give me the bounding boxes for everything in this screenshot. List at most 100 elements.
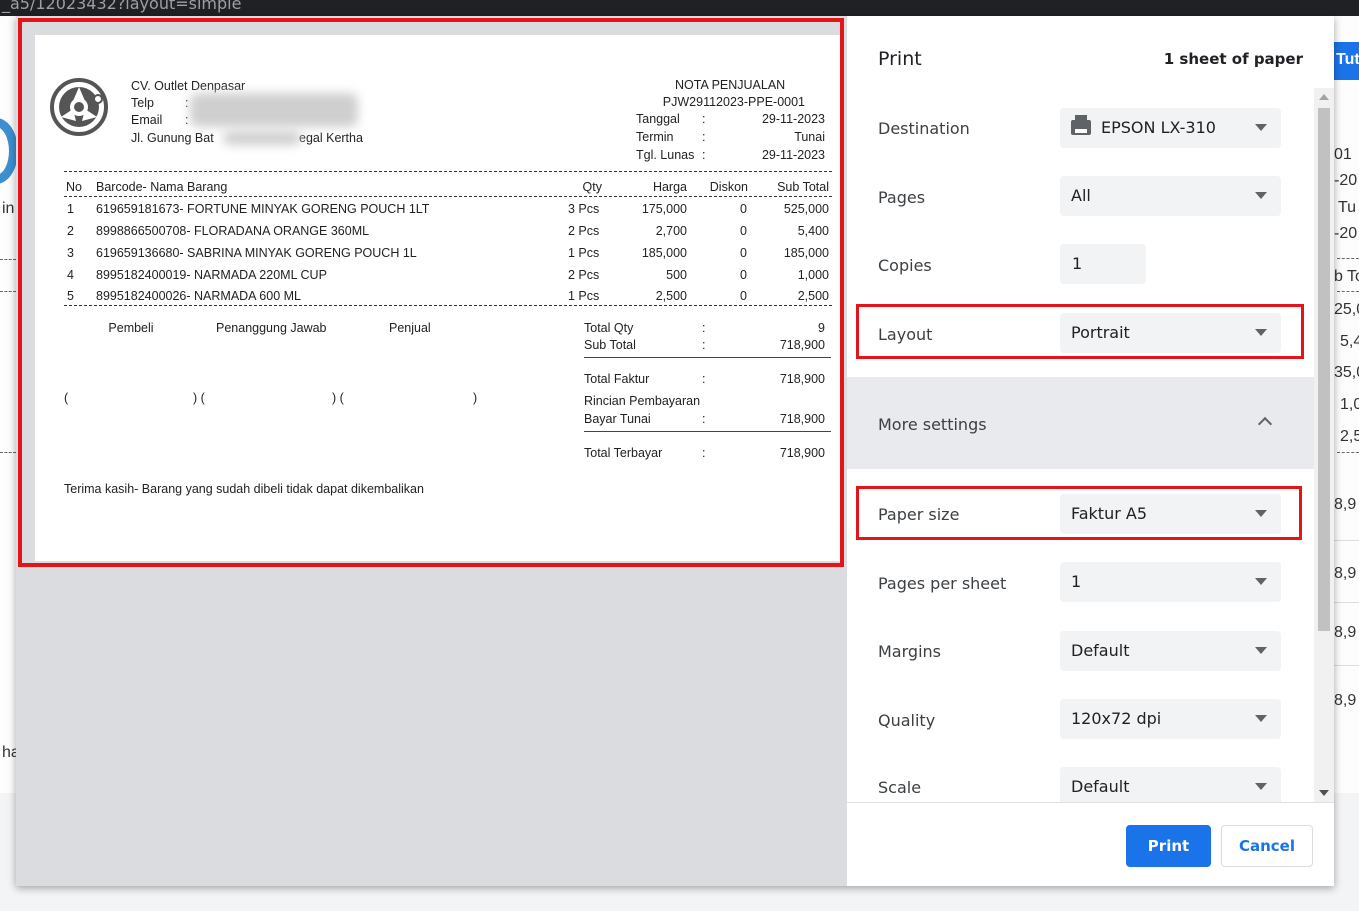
- background-text-right: 2,5: [1340, 428, 1359, 445]
- destination-select[interactable]: EPSON LX-310: [1060, 108, 1281, 148]
- scale-label: Scale: [878, 778, 922, 797]
- background-text-right: 8,9: [1334, 496, 1357, 513]
- total-value: 9: [818, 321, 825, 335]
- paper-size-select[interactable]: Faktur A5: [1060, 494, 1281, 534]
- background-text-right: 01: [1334, 146, 1352, 163]
- dropdown-arrow-icon: [1255, 329, 1267, 336]
- background-dash: [1337, 452, 1359, 453]
- item-name: 619659136680- SABRINA MINYAK GORENG POUC…: [96, 246, 417, 260]
- quality-value: 120x72 dpi: [1071, 709, 1162, 728]
- scale-value: Default: [1071, 777, 1130, 796]
- meta-label: Termin: [636, 130, 674, 144]
- invoice-number: PJW29112023-PPE-0001: [662, 95, 805, 109]
- browser-url-strip: _a5/12023432?layout=simple: [0, 0, 1359, 16]
- background-row-line: [1334, 665, 1359, 666]
- background-row-line: [1334, 602, 1359, 603]
- pages-per-sheet-select[interactable]: 1: [1060, 562, 1281, 602]
- table-header-divider: [64, 196, 832, 197]
- meta-sep: :: [702, 112, 706, 126]
- signature-responsible-label: Penanggung Jawab: [216, 321, 327, 335]
- margins-select[interactable]: Default: [1060, 631, 1281, 671]
- redacted-contact-blur: [190, 93, 358, 127]
- total-label: Sub Total: [584, 338, 636, 352]
- item-name: 8995182400026- NARMADA 600 ML: [96, 289, 301, 303]
- company-logo-icon: [50, 78, 108, 136]
- signature-paren: ) (: [332, 391, 344, 405]
- chevron-up-icon: [1257, 416, 1273, 432]
- pages-label: Pages: [878, 188, 926, 207]
- scroll-up-arrow-icon[interactable]: [1319, 94, 1329, 100]
- item-name: 619659181673- FORTUNE MINYAK GORENG POUC…: [96, 202, 430, 216]
- background-text-right: 8,9: [1334, 565, 1357, 582]
- destination-label: Destination: [878, 119, 970, 138]
- total-value: 718,900: [779, 372, 825, 386]
- invoice-title: NOTA PENJUALAN: [675, 78, 786, 92]
- settings-scrollbar[interactable]: [1314, 88, 1334, 802]
- item-no: 5: [67, 289, 74, 303]
- background-dash: [0, 452, 16, 453]
- background-dash: [1337, 291, 1359, 292]
- total-value: 718,900: [779, 412, 825, 426]
- total-sep: :: [702, 412, 706, 426]
- more-settings-toggle[interactable]: More settings: [847, 377, 1314, 469]
- signature-paren: ) (: [193, 391, 205, 405]
- item-price: 2,700: [655, 224, 687, 238]
- quality-select[interactable]: 120x72 dpi: [1060, 699, 1281, 739]
- scroll-down-arrow-icon[interactable]: [1319, 790, 1329, 796]
- url-text: _a5/12023432?layout=simple: [2, 0, 242, 13]
- total-label: Total Faktur: [584, 372, 650, 386]
- margins-value: Default: [1071, 641, 1130, 660]
- layout-select[interactable]: Portrait: [1060, 313, 1281, 353]
- col-header-subtotal: Sub Total: [777, 180, 829, 194]
- table-bottom-divider: [64, 305, 832, 306]
- item-price: 500: [666, 268, 687, 282]
- scrollbar-thumb[interactable]: [1318, 108, 1330, 631]
- item-subtotal: 1,000: [797, 268, 829, 282]
- margins-label: Margins: [878, 642, 941, 661]
- background-text-right: 35,0: [1334, 364, 1359, 381]
- email-label: Email: [131, 113, 163, 127]
- item-price: 175,000: [641, 202, 687, 216]
- background-text-right: -20: [1334, 172, 1358, 189]
- quality-label: Quality: [878, 711, 936, 730]
- item-subtotal: 525,000: [783, 202, 829, 216]
- print-button[interactable]: Print: [1126, 825, 1211, 867]
- total-value: 718,900: [779, 338, 825, 352]
- redacted-address-blur: [223, 131, 301, 145]
- copies-input[interactable]: 1: [1060, 244, 1146, 284]
- item-qty: 2 Pcs: [568, 224, 600, 238]
- dropdown-arrow-icon: [1255, 510, 1267, 517]
- signature-paren: ): [473, 391, 478, 405]
- total-sep: :: [702, 338, 706, 352]
- tutorial-button[interactable]: Tut: [1334, 42, 1359, 80]
- item-name: 8998866500708- FLORADANA ORANGE 360ML: [96, 224, 370, 238]
- total-label: Total Terbayar: [584, 446, 663, 460]
- total-sep: :: [702, 321, 706, 335]
- col-header-qty: Qty: [582, 180, 602, 194]
- item-name: 8995182400019- NARMADA 220ML CUP: [96, 268, 327, 282]
- background-text-right: 1,0: [1340, 396, 1359, 413]
- dropdown-arrow-icon: [1255, 124, 1267, 131]
- item-qty: 1 Pcs: [568, 246, 600, 260]
- meta-label: Tgl. Lunas: [636, 148, 695, 162]
- table-top-divider: [64, 171, 832, 172]
- print-title: Print: [878, 48, 922, 70]
- address-end: egal Kertha: [299, 131, 363, 145]
- meta-sep: :: [702, 130, 706, 144]
- background-text-right: b To: [1334, 268, 1359, 285]
- pages-value: All: [1071, 186, 1091, 205]
- col-header-price: Harga: [652, 180, 687, 194]
- scale-select[interactable]: Default: [1060, 767, 1281, 807]
- print-dialog: CV. Outlet Denpasar Telp : Email : Jl. G…: [16, 16, 1334, 886]
- item-subtotal: 185,000: [783, 246, 829, 260]
- email-colon: :: [185, 113, 189, 127]
- item-qty: 3 Pcs: [568, 202, 600, 216]
- pages-per-sheet-label: Pages per sheet: [878, 574, 1007, 593]
- signature-seller-label: Penjual: [389, 321, 431, 335]
- layout-label: Layout: [878, 325, 933, 344]
- item-qty: 2 Pcs: [568, 268, 600, 282]
- item-subtotal: 2,500: [797, 289, 829, 303]
- cancel-button[interactable]: Cancel: [1221, 825, 1313, 867]
- pages-select[interactable]: All: [1060, 176, 1281, 216]
- item-no: 3: [67, 246, 74, 260]
